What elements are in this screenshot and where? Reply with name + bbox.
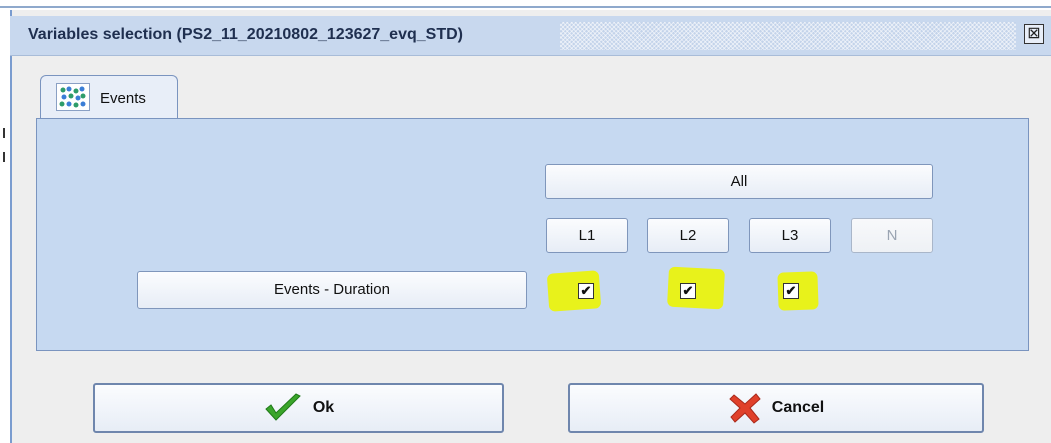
checkmark-icon: ✔ (580, 283, 592, 298)
variable-events-duration-button[interactable]: Events - Duration (137, 271, 527, 309)
title-bar-texture (560, 22, 1016, 50)
events-duration-l3-checkbox[interactable]: ✔ (783, 283, 799, 299)
events-duration-l2-checkbox[interactable]: ✔ (680, 283, 696, 299)
level-l2-button[interactable]: L2 (647, 218, 729, 253)
red-x-icon (729, 393, 761, 424)
select-all-button[interactable]: All (545, 164, 933, 199)
ok-button[interactable]: Ok (93, 383, 504, 433)
level-l3-button[interactable]: L3 (749, 218, 831, 253)
events-duration-l1-checkbox[interactable]: ✔ (578, 283, 594, 299)
background-tick (3, 128, 5, 138)
ok-button-label: Ok (312, 399, 335, 416)
level-l1-button[interactable]: L1 (546, 218, 628, 253)
level-n-button: N (851, 218, 933, 253)
green-check-icon (265, 393, 301, 421)
checkmark-icon: ✔ (682, 283, 694, 298)
cancel-button-label: Cancel (771, 399, 825, 416)
close-icon: ⊠ (1027, 25, 1041, 42)
scatter-grid-icon (56, 83, 90, 111)
checkbox-highlight (666, 266, 726, 310)
tab-events-label: Events (100, 90, 146, 107)
dialog-title: Variables selection (PS2_11_20210802_123… (28, 26, 463, 43)
close-button[interactable]: ⊠ (1024, 24, 1044, 44)
cancel-button[interactable]: Cancel (568, 383, 984, 433)
background-tick (3, 152, 5, 162)
checkmark-icon: ✔ (785, 283, 797, 298)
page-top-border (0, 6, 1051, 8)
